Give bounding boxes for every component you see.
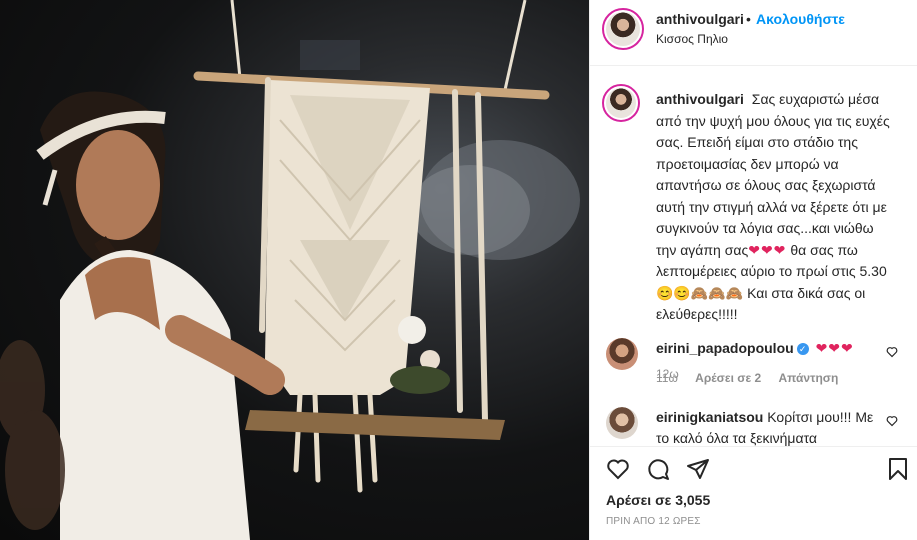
likes-count[interactable]: Αρέσει σε 3,055 [606,492,710,508]
caption-body-1: Σας ευχαριστώ μέσα από την ψυχή μου όλου… [656,91,890,258]
caption-avatar[interactable] [602,84,640,122]
commenter-avatar[interactable] [606,407,638,439]
post-photo[interactable] [0,0,589,540]
comment-icon[interactable] [646,457,670,481]
comment-like-heart-icon[interactable] [886,346,898,358]
verified-icon: ✓ [796,343,809,356]
post-header: anthivoulgari • Ακολουθήστε Κισσος Πηλιο [590,0,917,66]
caption-hearts: ❤❤❤ [748,241,787,258]
post-location[interactable]: Κισσος Πηλιο [656,32,728,46]
comment-username[interactable]: eirinigkaniatsou [656,409,763,425]
macrame-photo-illustration [0,0,580,540]
heart-icon[interactable] [606,457,630,481]
caption-emojis: 😊😊🙈🙈🙈 [656,284,744,301]
comment-text: eirini_papadopoulou ✓ ❤❤❤ [656,338,876,359]
caption-username[interactable]: anthivoulgari [656,91,744,107]
commenter-avatar[interactable] [606,338,638,370]
reply-button[interactable]: Απάντηση [779,371,839,385]
comment-likes[interactable]: Αρέσει σε 2 [695,371,761,385]
comment-meta: 11ω Αρέσει σε 2 Απάντηση [656,371,852,385]
post-timestamp[interactable]: ΠΡΙΝ ΑΠΟ 12 ΩΡΕΣ [606,516,701,527]
comment-time[interactable]: 11ω [656,371,678,385]
comment-text: eirinigkaniatsou Κορίτσι μου!!! Με το κα… [656,407,876,449]
post-actions: Αρέσει σε 3,055 ΠΡΙΝ ΑΠΟ 12 ΩΡΕΣ [590,446,917,540]
share-icon[interactable] [686,457,710,481]
bookmark-icon[interactable] [886,457,910,481]
comment-like-heart-icon[interactable] [886,415,898,427]
author-avatar[interactable] [602,8,644,50]
comment-username[interactable]: eirini_papadopoulou [656,340,794,356]
post-sidebar: anthivoulgari • Ακολουθήστε Κισσος Πηλιο… [589,0,917,540]
author-username[interactable]: anthivoulgari [656,11,744,27]
comment-body: ❤❤❤ [815,340,854,356]
caption-text: anthivoulgari Σας ευχαριστώ μέσα από την… [656,89,896,326]
separator-dot: • [746,11,751,27]
follow-button[interactable]: Ακολουθήστε [756,11,845,27]
